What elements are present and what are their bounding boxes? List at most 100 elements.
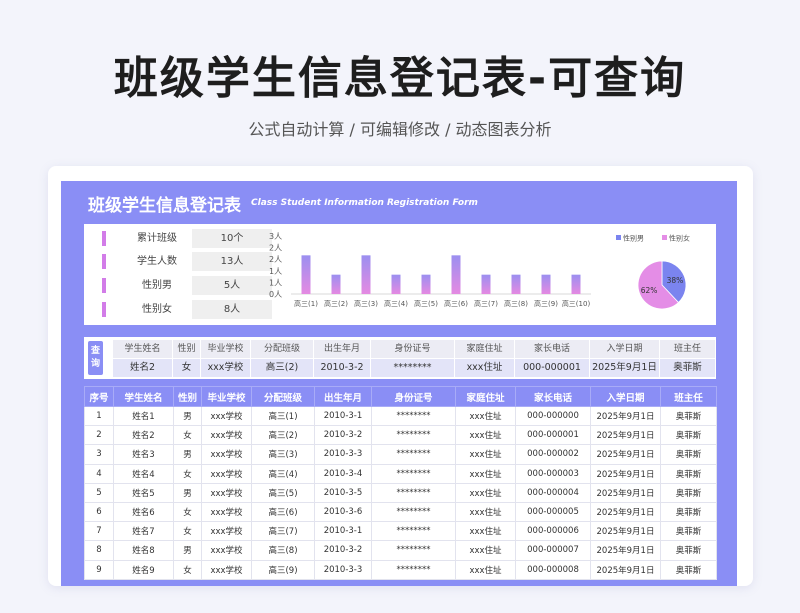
- table-cell[interactable]: 男: [173, 405, 202, 427]
- table-cell[interactable]: xxx住址: [455, 540, 516, 561]
- table-cell[interactable]: 姓名9: [113, 559, 174, 580]
- table-cell[interactable]: 姓名6: [113, 501, 174, 523]
- table-cell[interactable]: xxx学校: [201, 501, 252, 523]
- table-row[interactable]: 6 姓名6 女 xxx学校 高三(6) 2010-3-6 ******** xxx住址 000-…: [84, 501, 717, 523]
- table-cell[interactable]: 000-000008: [515, 559, 591, 580]
- table-cell[interactable]: 4: [84, 463, 114, 484]
- table-cell[interactable]: 2025年9月1日: [590, 501, 661, 523]
- table-cell[interactable]: 高三(9): [251, 559, 315, 580]
- table-cell[interactable]: xxx住址: [455, 444, 516, 465]
- table-cell[interactable]: 3: [84, 444, 114, 465]
- table-cell[interactable]: 姓名5: [113, 482, 174, 503]
- table-cell[interactable]: 2025年9月1日: [590, 482, 661, 503]
- table-cell[interactable]: ********: [371, 501, 456, 523]
- table-cell[interactable]: 000-000005: [515, 501, 591, 523]
- table-cell[interactable]: 8: [84, 540, 114, 561]
- table-cell[interactable]: ********: [371, 521, 456, 542]
- table-cell[interactable]: 2010-3-5: [314, 482, 372, 503]
- table-row[interactable]: 4 姓名4 女 xxx学校 高三(4) 2010-3-4 ******** xxx住址 000-…: [84, 463, 717, 484]
- table-cell[interactable]: 5: [84, 482, 114, 503]
- table-cell[interactable]: ********: [371, 559, 456, 580]
- table-cell[interactable]: ********: [371, 463, 456, 484]
- table-cell[interactable]: 奥菲斯: [660, 425, 717, 446]
- table-cell[interactable]: 高三(6): [251, 501, 315, 523]
- table-cell[interactable]: xxx学校: [201, 463, 252, 484]
- table-cell[interactable]: 奥菲斯: [660, 501, 717, 523]
- table-cell[interactable]: 女: [173, 463, 202, 484]
- table-cell[interactable]: 2025年9月1日: [590, 559, 661, 580]
- table-cell[interactable]: 000-000006: [515, 521, 591, 542]
- table-cell[interactable]: 2010-3-3: [314, 559, 372, 580]
- table-cell[interactable]: 姓名2: [113, 425, 174, 446]
- table-cell[interactable]: xxx住址: [455, 463, 516, 484]
- table-cell[interactable]: 6: [84, 501, 114, 523]
- table-row[interactable]: 8 姓名8 男 xxx学校 高三(8) 2010-3-2 ******** xxx住址 000-…: [84, 540, 717, 561]
- table-cell[interactable]: 2010-3-6: [314, 501, 372, 523]
- table-cell[interactable]: 1: [84, 405, 114, 427]
- table-cell[interactable]: 2010-3-3: [314, 444, 372, 465]
- table-cell[interactable]: 2010-3-2: [314, 425, 372, 446]
- table-cell[interactable]: xxx住址: [455, 521, 516, 542]
- table-cell[interactable]: ********: [371, 444, 456, 465]
- table-cell[interactable]: xxx学校: [201, 405, 252, 427]
- table-cell[interactable]: 奥菲斯: [660, 540, 717, 561]
- table-cell[interactable]: 2025年9月1日: [590, 521, 661, 542]
- table-cell[interactable]: 2: [84, 425, 114, 446]
- table-cell[interactable]: 奥菲斯: [660, 559, 717, 580]
- table-cell[interactable]: 2010-3-4: [314, 463, 372, 484]
- table-cell[interactable]: 姓名7: [113, 521, 174, 542]
- table-cell[interactable]: xxx学校: [201, 559, 252, 580]
- table-cell[interactable]: 女: [173, 559, 202, 580]
- table-cell[interactable]: 9: [84, 559, 114, 580]
- table-cell[interactable]: 2025年9月1日: [590, 425, 661, 446]
- table-cell[interactable]: 000-000000: [515, 405, 591, 427]
- table-cell[interactable]: 男: [173, 482, 202, 503]
- table-cell[interactable]: xxx住址: [455, 405, 516, 427]
- table-row[interactable]: 3 姓名3 男 xxx学校 高三(3) 2010-3-3 ******** xxx住址 000-…: [84, 444, 717, 465]
- table-cell[interactable]: 000-000002: [515, 444, 591, 465]
- table-cell[interactable]: 男: [173, 444, 202, 465]
- table-cell[interactable]: 姓名8: [113, 540, 174, 561]
- table-cell[interactable]: 高三(1): [251, 405, 315, 427]
- table-cell[interactable]: xxx住址: [455, 501, 516, 523]
- table-cell[interactable]: 奥菲斯: [660, 444, 717, 465]
- table-cell[interactable]: 高三(8): [251, 540, 315, 561]
- table-row[interactable]: 1 姓名1 男 xxx学校 高三(1) 2010-3-1 ******** xxx住址 000-…: [84, 405, 717, 427]
- table-cell[interactable]: ********: [371, 425, 456, 446]
- table-cell[interactable]: 高三(4): [251, 463, 315, 484]
- table-cell[interactable]: 女: [173, 501, 202, 523]
- table-cell[interactable]: 姓名1: [113, 405, 174, 427]
- table-cell[interactable]: 高三(7): [251, 521, 315, 542]
- table-cell[interactable]: 女: [173, 425, 202, 446]
- table-cell[interactable]: 奥菲斯: [660, 482, 717, 503]
- table-cell[interactable]: xxx学校: [201, 521, 252, 542]
- table-row[interactable]: 9 姓名9 女 xxx学校 高三(9) 2010-3-3 ******** xxx住址 000-…: [84, 559, 717, 580]
- table-cell[interactable]: 000-000007: [515, 540, 591, 561]
- table-cell[interactable]: 000-000001: [515, 425, 591, 446]
- table-cell[interactable]: 2025年9月1日: [590, 405, 661, 427]
- table-cell[interactable]: xxx住址: [455, 425, 516, 446]
- table-cell[interactable]: 奥菲斯: [660, 521, 717, 542]
- query-button[interactable]: 查询: [88, 341, 103, 375]
- table-cell[interactable]: 姓名3: [113, 444, 174, 465]
- table-cell[interactable]: 女: [173, 521, 202, 542]
- table-cell[interactable]: ********: [371, 482, 456, 503]
- table-cell[interactable]: xxx学校: [201, 444, 252, 465]
- table-cell[interactable]: 000-000003: [515, 463, 591, 484]
- table-cell[interactable]: 姓名4: [113, 463, 174, 484]
- table-cell[interactable]: 高三(3): [251, 444, 315, 465]
- table-cell[interactable]: 2025年9月1日: [590, 444, 661, 465]
- table-cell[interactable]: xxx住址: [455, 482, 516, 503]
- query-name-input[interactable]: 姓名2: [113, 359, 172, 377]
- table-cell[interactable]: 2025年9月1日: [590, 540, 661, 561]
- table-cell[interactable]: 奥菲斯: [660, 405, 717, 427]
- table-cell[interactable]: xxx住址: [455, 559, 516, 580]
- table-cell[interactable]: 男: [173, 540, 202, 561]
- table-cell[interactable]: 高三(5): [251, 482, 315, 503]
- table-row[interactable]: 7 姓名7 女 xxx学校 高三(7) 2010-3-1 ******** xxx住址 000-…: [84, 521, 717, 542]
- table-cell[interactable]: 2010-3-2: [314, 540, 372, 561]
- table-cell[interactable]: 000-000004: [515, 482, 591, 503]
- table-row[interactable]: 5 姓名5 男 xxx学校 高三(5) 2010-3-5 ******** xxx住址 000-…: [84, 482, 717, 503]
- table-cell[interactable]: xxx学校: [201, 482, 252, 503]
- table-cell[interactable]: 奥菲斯: [660, 463, 717, 484]
